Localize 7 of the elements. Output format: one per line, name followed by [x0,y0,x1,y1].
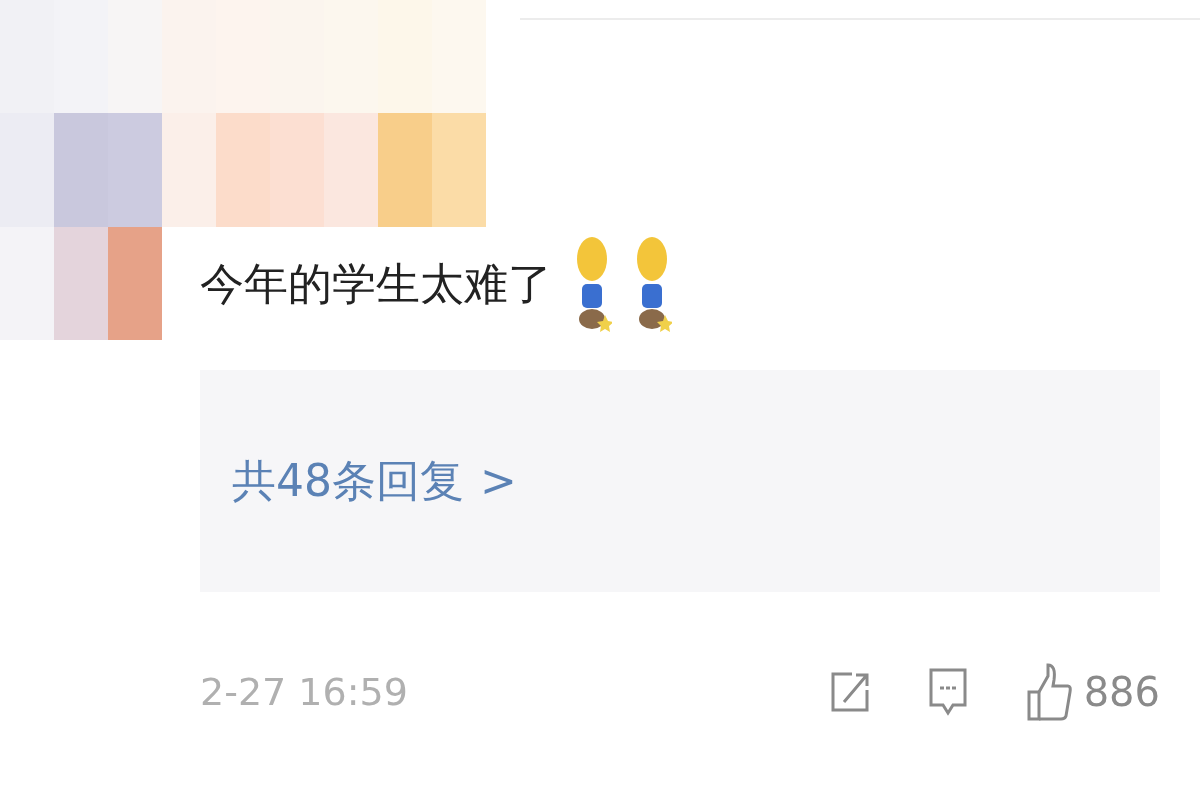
share-icon[interactable] [829,670,870,714]
timestamp: 2-27 16:59 [200,668,408,716]
like-count: 886 [1083,668,1160,717]
comment-icon[interactable] [927,667,968,717]
comment-text: 今年的学生太难了 [200,256,552,311]
replies-link[interactable]: 共48条回复 > [200,370,1160,592]
thumbs-up-icon[interactable] [1025,662,1072,722]
